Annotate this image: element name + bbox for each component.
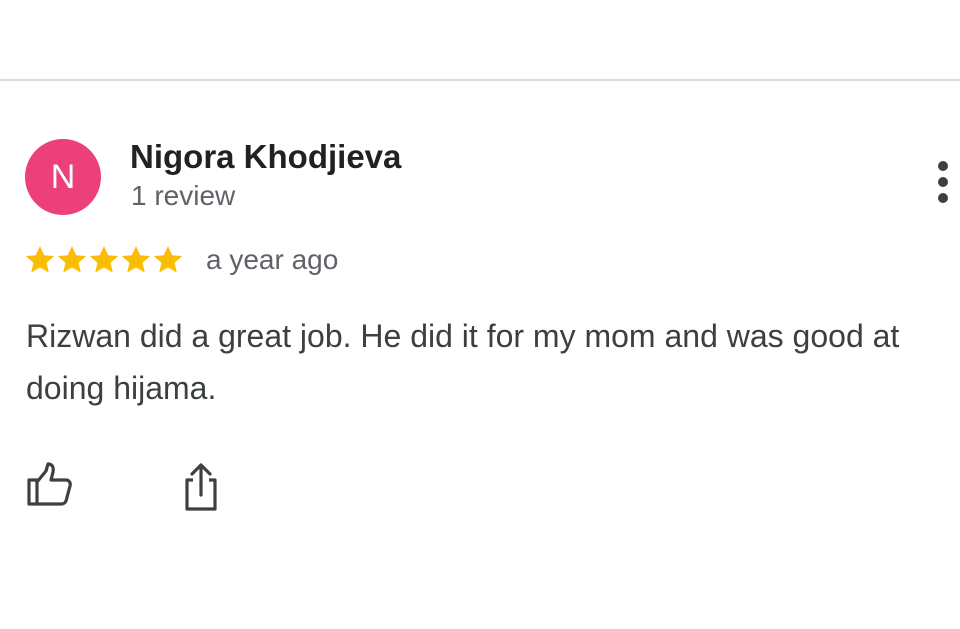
thumb-up-icon [27,462,72,506]
avatar[interactable]: N [25,139,101,215]
star-icon [153,246,183,273]
more-vert-icon [938,161,948,203]
star-icon [121,246,151,273]
star-icon [25,246,55,273]
star-icon [57,246,87,273]
more-options-button[interactable] [930,158,956,206]
review-date: a year ago [206,244,339,275]
star-rating [24,240,184,280]
star-icon [89,246,119,273]
reviewer-name[interactable]: Nigora Khodjieva [130,138,401,176]
share-icon [185,463,217,511]
top-divider [0,79,960,81]
like-button[interactable] [24,460,74,510]
share-button[interactable] [178,460,224,512]
reviewer-review-count: 1 review [131,180,236,211]
review-text: Rizwan did a great job. He did it for my… [26,318,900,406]
